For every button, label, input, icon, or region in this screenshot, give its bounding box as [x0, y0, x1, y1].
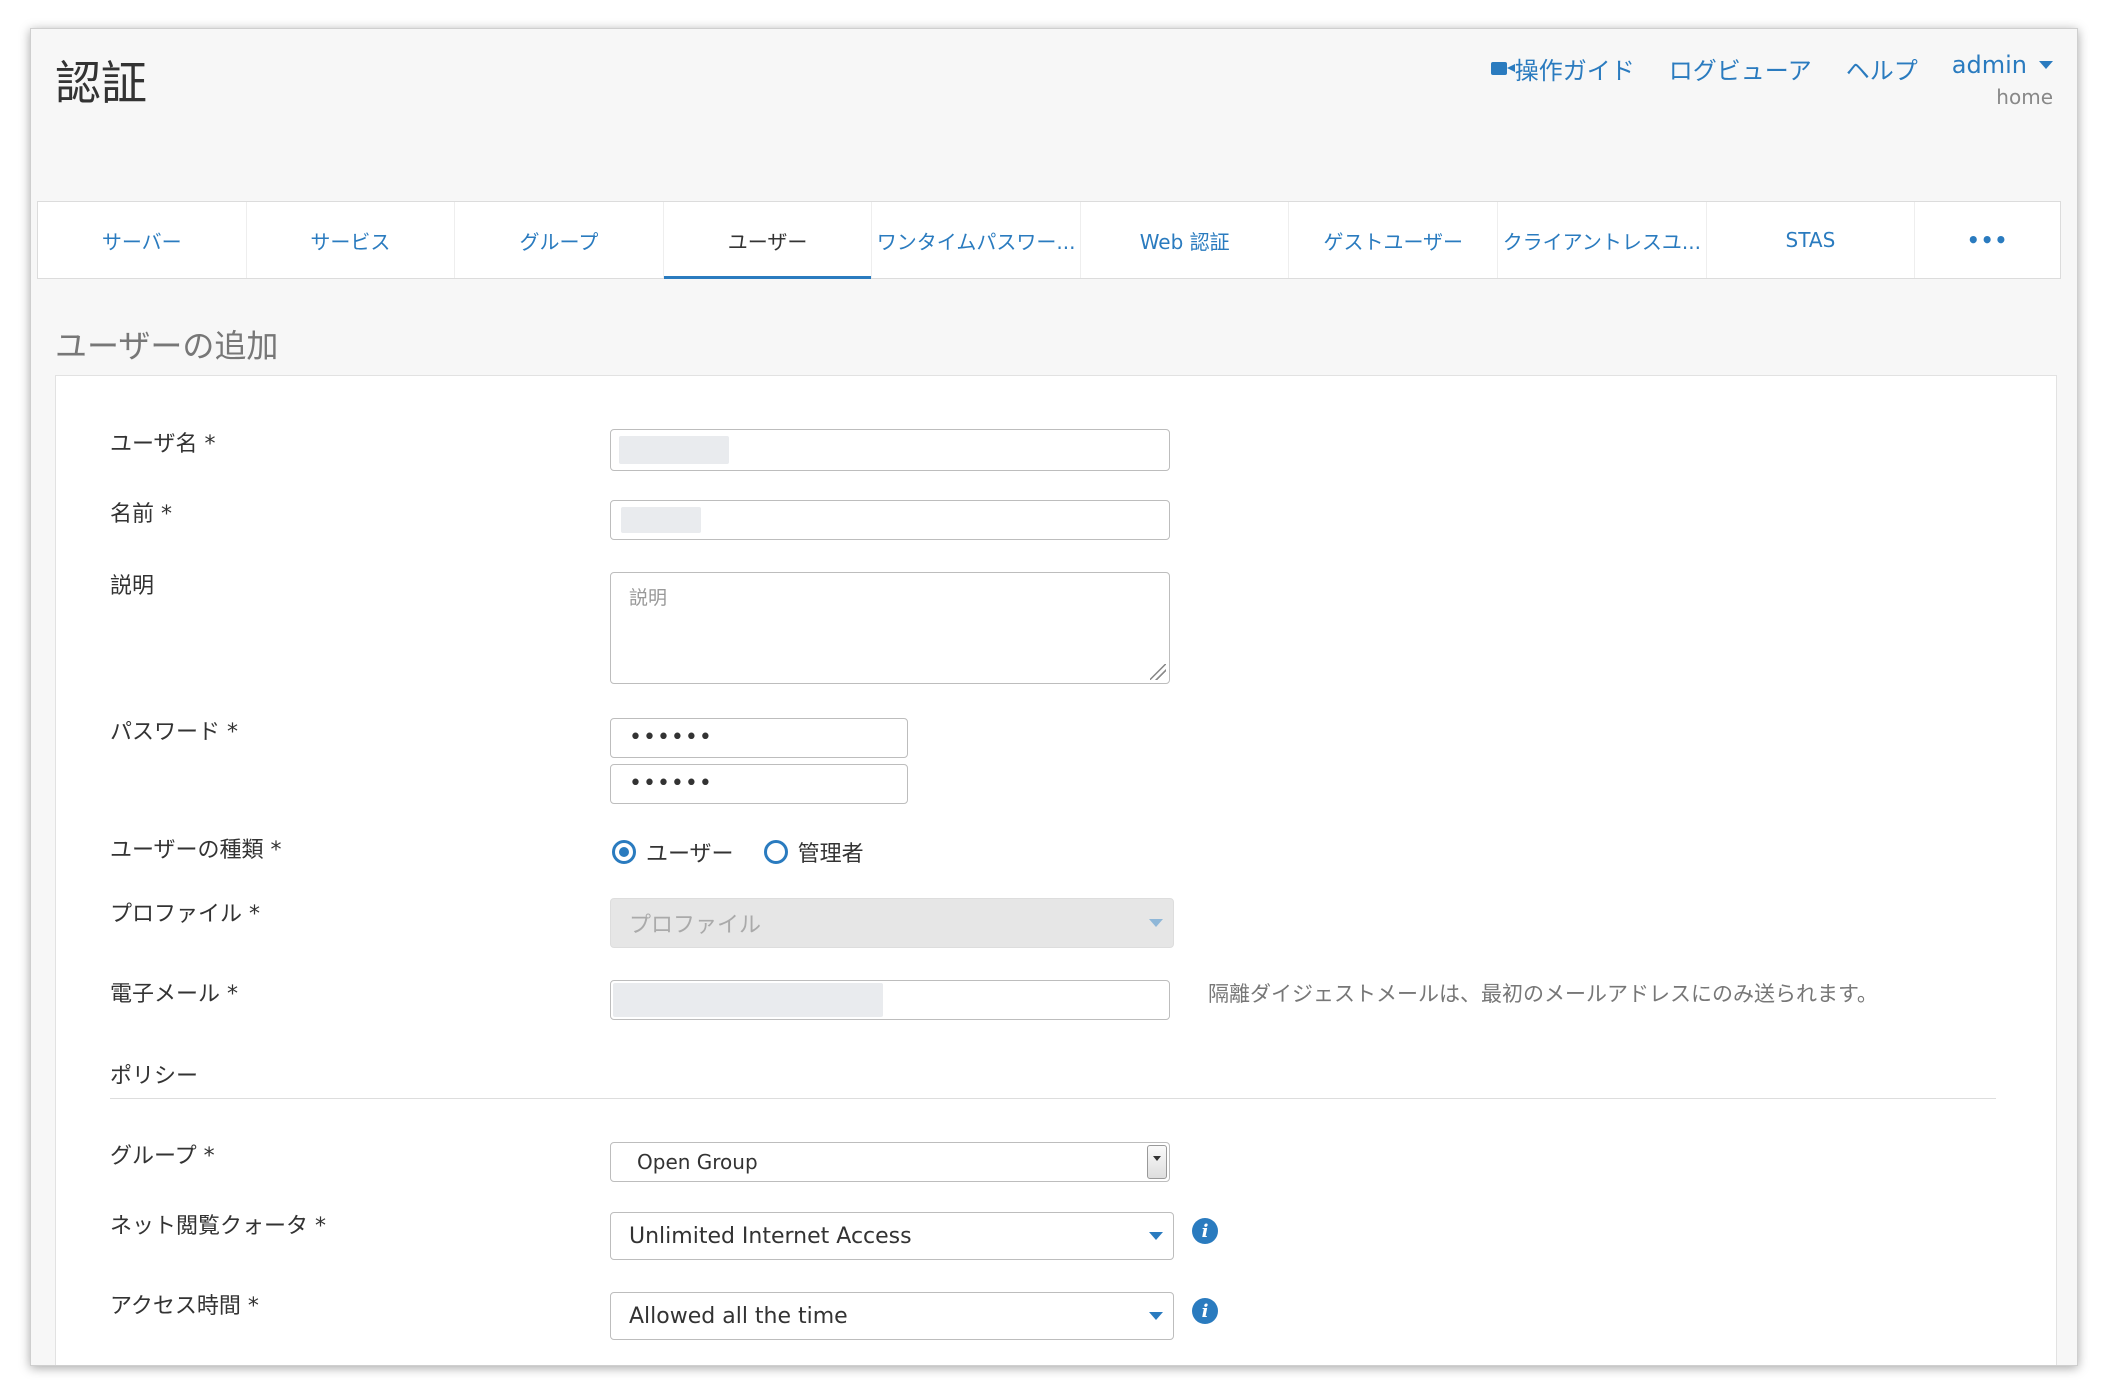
radio-checked-icon — [612, 840, 636, 864]
group-label: グループ * — [110, 1144, 215, 1169]
profile-label: プロファイル * — [110, 902, 260, 927]
username-label: ユーザ名 * — [110, 432, 216, 457]
password-value: •••••• — [629, 725, 713, 750]
user-menu: admin home — [1952, 51, 2053, 109]
section-title: ユーザーの追加 — [55, 327, 279, 365]
profile-value: プロファイル — [629, 913, 762, 938]
access-time-value: Allowed all the time — [629, 1303, 848, 1329]
user-type-user-label: ユーザー — [646, 842, 734, 867]
profile-select: プロファイル — [610, 898, 1174, 948]
description-textarea[interactable]: 説明 — [610, 572, 1170, 684]
resize-handle-icon[interactable] — [1150, 664, 1166, 680]
quota-label: ネット閲覧クォータ * — [110, 1214, 326, 1239]
video-camera-icon — [1490, 62, 1515, 75]
group-value: Open Group — [637, 1150, 758, 1174]
email-help-text: 隔離ダイジェストメールは、最初のメールアドレスにのみ送られます。 — [1208, 982, 1878, 1006]
user-type-admin-label: 管理者 — [797, 842, 864, 867]
user-type-user-radio[interactable]: ユーザー — [612, 836, 734, 868]
tab-stas[interactable]: STAS — [1707, 202, 1916, 278]
tab-more-icon[interactable]: ••• — [1915, 202, 2060, 278]
user-type-radio-group: ユーザー 管理者 — [612, 836, 864, 868]
username-input[interactable] — [610, 429, 1170, 471]
user-menu-button[interactable]: admin — [1952, 51, 2053, 79]
chevron-down-icon — [1149, 1312, 1163, 1320]
user-sub-label: home — [1996, 85, 2053, 109]
password-label: パスワード * — [110, 720, 238, 745]
description-label: 説明 — [110, 574, 155, 599]
radio-unchecked-icon — [763, 840, 788, 864]
quota-value: Unlimited Internet Access — [629, 1223, 912, 1249]
user-type-label: ユーザーの種類 * — [110, 838, 282, 863]
access-time-label: アクセス時間 * — [110, 1294, 259, 1319]
tab-web-auth[interactable]: Web 認証 — [1081, 202, 1290, 278]
add-user-form: ユーザ名 * 名前 * 説明 説明 パスワード * •••••• •••••• … — [55, 375, 2057, 1365]
log-viewer-link[interactable]: ログビューア — [1669, 51, 1812, 86]
user-name: admin — [1951, 51, 2027, 79]
guide-link[interactable]: 操作ガイド — [1490, 51, 1635, 86]
tab-clientless-users[interactable]: クライアントレスユ... — [1498, 202, 1707, 278]
chevron-down-icon — [1149, 919, 1163, 927]
quota-info-icon[interactable]: i — [1192, 1218, 1218, 1244]
user-type-admin-radio[interactable]: 管理者 — [763, 836, 864, 868]
chevron-down-icon — [2039, 61, 2053, 69]
redacted-value — [619, 436, 729, 464]
app-window: 認証 操作ガイド ログビューア ヘルプ admin home サーバー サービス… — [30, 28, 2078, 1366]
help-link[interactable]: ヘルプ — [1846, 51, 1918, 86]
email-input[interactable] — [610, 980, 1170, 1020]
email-label: 電子メール * — [110, 982, 238, 1007]
tab-one-time-password[interactable]: ワンタイムパスワー... — [872, 202, 1081, 278]
guide-link-label: 操作ガイド — [1514, 57, 1635, 85]
password-confirm-value: •••••• — [629, 771, 713, 796]
password-input[interactable]: •••••• — [610, 718, 908, 758]
tab-services[interactable]: サービス — [247, 202, 456, 278]
tab-guest-users[interactable]: ゲストユーザー — [1289, 202, 1499, 278]
tab-bar: サーバー サービス グループ ユーザー ワンタイムパスワー... Web 認証 … — [37, 201, 2061, 279]
description-placeholder: 説明 — [629, 587, 668, 609]
name-label: 名前 * — [110, 502, 172, 527]
redacted-value — [621, 507, 701, 533]
name-input[interactable] — [610, 500, 1170, 540]
quota-select[interactable]: Unlimited Internet Access — [610, 1212, 1174, 1260]
tab-servers[interactable]: サーバー — [38, 202, 247, 278]
policy-heading: ポリシー — [110, 1064, 199, 1089]
select-arrow-icon — [1147, 1145, 1167, 1179]
page-title: 認証 — [55, 56, 147, 110]
tab-groups[interactable]: グループ — [455, 202, 664, 278]
top-nav: 操作ガイド ログビューア ヘルプ admin home — [1490, 51, 2053, 109]
access-time-select[interactable]: Allowed all the time — [610, 1292, 1174, 1340]
tab-users[interactable]: ユーザー — [663, 202, 873, 279]
redacted-value — [613, 983, 883, 1017]
chevron-down-icon — [1149, 1232, 1163, 1240]
password-confirm-input[interactable]: •••••• — [610, 764, 908, 804]
policy-divider — [110, 1098, 1996, 1099]
access-time-info-icon[interactable]: i — [1192, 1298, 1218, 1324]
group-select[interactable]: Open Group — [610, 1142, 1170, 1182]
